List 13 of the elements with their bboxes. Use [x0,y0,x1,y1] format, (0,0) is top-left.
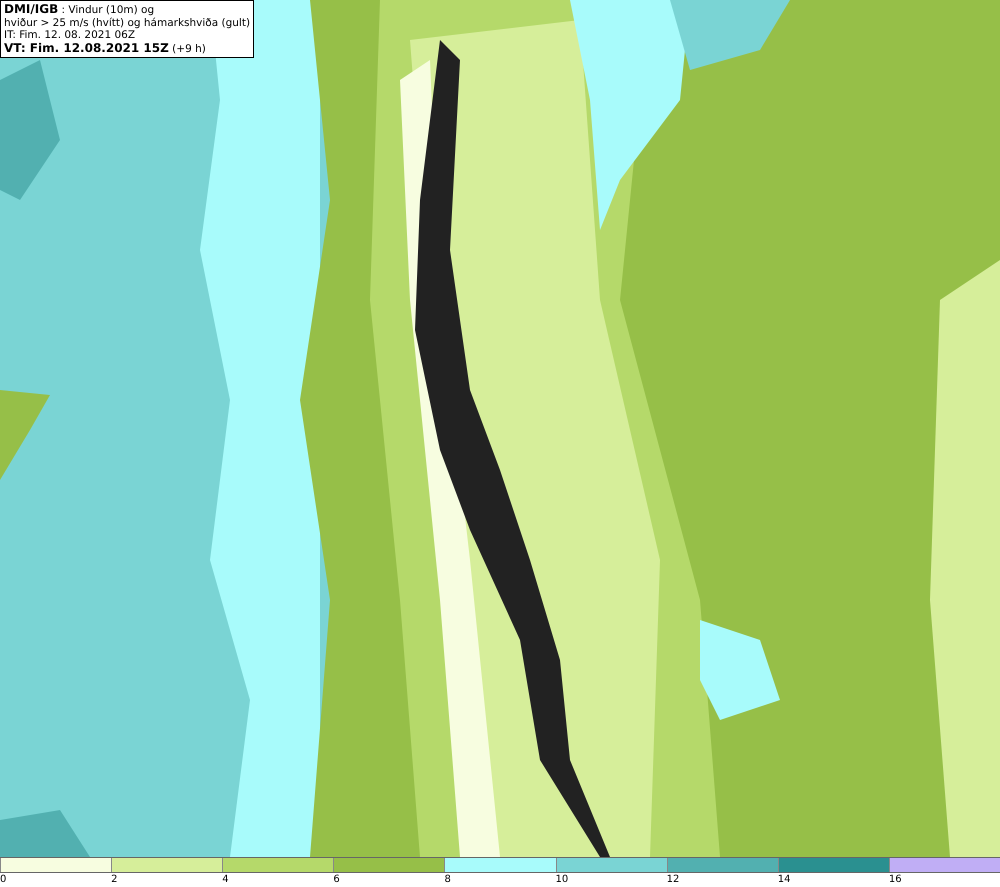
legend-tick-label: 0 [0,873,6,887]
title-line: DMI/IGB : Vindur (10m) og [4,3,156,16]
legend-tick-label: 12 [666,873,680,887]
title-line: VT: Fim. 12.08.2021 15Z (+9 h) [4,42,207,55]
title-line: hviður > 25 m/s (hvítt) og hámarkshviða (gult) [4,16,250,29]
legend-tick-label: 10 [556,873,568,887]
legend-tick-label: 2 [111,873,118,887]
legend-tick-label: 16 [888,873,902,887]
legend-tick-label: 6 [333,873,340,887]
legend-tick-label: 8 [444,873,451,887]
legend-tick-label: 4 [222,873,229,887]
legend-tick-label: 14 [778,873,790,887]
title-line: IT: Fim. 12. 08. 2021 06Z [4,29,136,42]
